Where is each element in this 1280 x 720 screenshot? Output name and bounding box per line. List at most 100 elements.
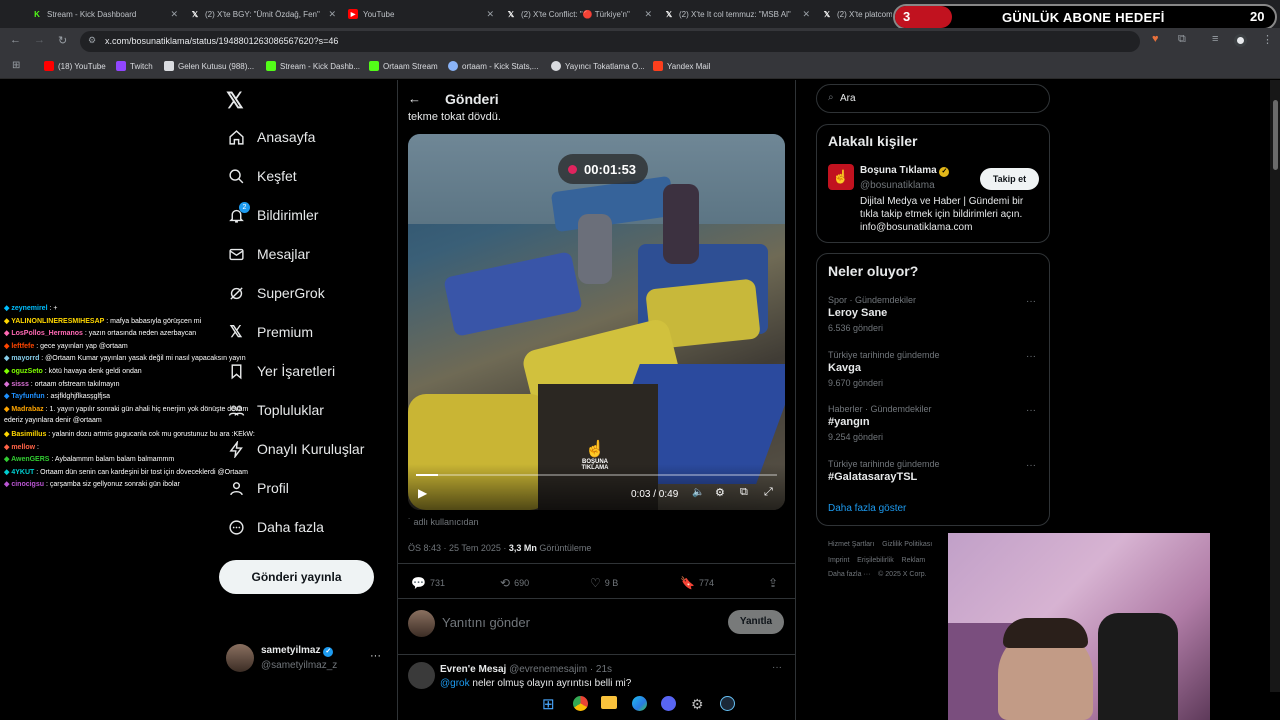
steam-icon[interactable] [720,696,735,711]
browser-tab[interactable]: 𝕏 (2) X'te BGY: "Ümit Özdağ, Fen" ✕ [190,4,336,24]
sidebar-item-more[interactable]: Daha fazla [227,518,324,536]
reply-action[interactable]: 💬 731 [411,576,445,590]
repost-action[interactable]: ⟲ 690 [500,576,529,590]
bookmark-item[interactable]: ortaam - Kick Stats,... [448,61,538,71]
file-explorer-icon[interactable] [601,696,617,709]
bookmark-action[interactable]: 🔖 774 [680,576,714,590]
sidebar-item-home[interactable]: Anasayfa [227,128,315,146]
back-arrow-icon[interactable]: ← [408,91,421,106]
forward-icon[interactable]: → [34,34,45,46]
sidebar-item-messages[interactable]: Mesajlar [227,245,310,263]
footer-links[interactable]: Daha fazla ··· © 2025 X Corp. [828,571,927,578]
sidebar-item-explore[interactable]: Keşfet [227,167,297,185]
trend-menu-icon[interactable]: ··· [1026,405,1036,416]
trend-menu-icon[interactable]: ··· [1026,351,1036,362]
account-name[interactable]: sametyilmaz ✓ [261,645,334,657]
trend-menu-icon[interactable]: ··· [1026,460,1036,471]
search-input[interactable]: ⌕ Ara [816,84,1050,113]
puzzle-icon[interactable]: ⧉ [1178,33,1186,46]
mention-link[interactable]: @grok [440,678,470,689]
trend-count: 9.670 gönderi [828,378,884,388]
x-icon: 𝕏 [191,9,199,19]
reply-button[interactable]: Yanıtla [728,610,784,634]
browser-tab[interactable]: ▶ YouTube ✕ [348,4,494,24]
scrollbar-thumb[interactable] [1273,100,1278,170]
record-dot-icon [568,165,577,174]
bookmark-item[interactable]: Yandex Mail [653,61,710,71]
settings-icon[interactable]: ⚙ [715,486,725,499]
bookmark-item[interactable]: Twitch [116,61,153,71]
trend-name[interactable]: #GalatasarayTSL [828,471,917,483]
chat-message: ◆ YALINONLINERESMIHESAP : mafya babasıyl… [4,317,201,325]
edge-icon[interactable] [632,696,647,711]
bookmark-item[interactable]: Ortaam Stream [369,61,438,71]
x-logo-icon[interactable]: 𝕏 [226,88,244,114]
close-icon[interactable]: ✕ [644,9,652,20]
site-info-icon[interactable]: ⚙ [88,35,96,46]
follow-button[interactable]: Takip et [980,168,1039,190]
play-icon[interactable]: ▶ [418,486,427,500]
windows-start-icon[interactable]: ⊞ [542,695,555,713]
back-icon[interactable]: ← [10,34,21,46]
browser-tab[interactable]: 𝕏 (2) X'te Conflict: "🔴 Türkiye'n" ✕ [506,4,652,24]
close-icon[interactable]: ✕ [802,9,810,20]
close-icon[interactable]: ✕ [328,9,336,20]
video-progress-track[interactable] [416,474,777,476]
reload-icon[interactable]: ↻ [58,34,67,47]
avatar[interactable]: ☝ [828,164,854,190]
divider [397,563,796,564]
chat-username: ◆ AwenGERS [4,456,50,464]
more-icon[interactable]: ⋮ [1262,33,1273,46]
video-player[interactable]: 00:01:53 ☝BOŞUNA TIKLAMA ▶ 0:03 / 0:49 🔈… [408,134,785,510]
picture-in-picture-icon[interactable]: ⧉ [740,486,748,499]
apps-grid-icon[interactable]: ⊞ [12,60,20,71]
comment-author[interactable]: Evren'e Mesaj [440,664,506,675]
volume-icon[interactable]: 🔈 [692,487,704,498]
account-menu-icon[interactable]: ··· [370,650,381,662]
trend-meta: Spor · Gündemdekiler [828,295,917,305]
menu-lines-icon[interactable]: ≡ [1212,33,1218,45]
sidebar-item-label: SuperGrok [257,285,325,301]
scrollbar-track[interactable] [1270,80,1280,692]
show-more-link[interactable]: Daha fazla göster [828,503,906,514]
trend-name[interactable]: #yangın [828,416,870,428]
close-icon[interactable]: ✕ [170,9,178,20]
share-action[interactable]: ⇪ [768,576,778,590]
bookmark-item[interactable]: Stream - Kick Dashb... [266,61,360,71]
x-icon: 𝕏 [507,9,515,19]
trend-name[interactable]: Kavga [828,362,861,374]
repost-icon: ⟲ [500,576,511,590]
chrome-icon[interactable] [573,696,588,711]
browser-tab[interactable]: 𝕏 (2) X'te It col temmuz: "MSB Al" ✕ [664,4,810,24]
reply-input[interactable]: Yanıtını gönder [442,615,530,630]
avatar[interactable] [226,644,254,672]
discord-icon[interactable] [661,696,676,711]
trend-name[interactable]: Leroy Sane [828,307,887,319]
extension-icon[interactable]: ♥ [1152,33,1159,45]
bookmark-item[interactable]: Gelen Kutusu (988)... [164,61,254,71]
kick-icon: K [34,9,40,19]
address-input[interactable]: ⚙ x.com/bosunatiklama/status/19488012630… [80,31,1140,52]
footer-links[interactable]: Imprint Erişilebilirlik Reklam [828,557,925,564]
trend-menu-icon[interactable]: ··· [1026,296,1036,307]
divider [397,598,796,599]
chat-text: : çarşamba siz gellyonuz sonraki gün ibo… [44,481,180,489]
like-action[interactable]: ♡ 9 B [590,576,618,590]
bookmark-item[interactable]: (18) YouTube [44,61,106,71]
fullscreen-icon[interactable]: ⤢ [764,486,773,499]
browser-tab[interactable]: 𝕏 (2) X'te platcom [822,4,892,24]
avatar[interactable] [408,662,435,689]
youtube-icon: ▶ [348,9,358,19]
related-name[interactable]: Boşuna Tıklama ✓ [860,165,950,177]
close-icon[interactable]: ✕ [486,9,494,20]
video-scene-person [663,184,699,264]
browser-tab[interactable]: K Stream - Kick Dashboard ✕ [32,4,178,24]
bookmark-item[interactable]: Yayıncı Tokatlama O... [551,61,645,71]
post-button[interactable]: Gönderi yayınla [219,560,374,594]
footer-links[interactable]: Hizmet Şartları Gizlilik Politikası [828,541,932,548]
profile-avatar[interactable] [1234,34,1247,47]
settings-app-icon[interactable]: ⚙ [691,696,704,713]
sidebar-item-notifications[interactable]: 2 Bildirimler [227,202,318,224]
bell-icon: 2 [227,202,250,224]
comment-menu-icon[interactable]: ··· [772,662,782,673]
